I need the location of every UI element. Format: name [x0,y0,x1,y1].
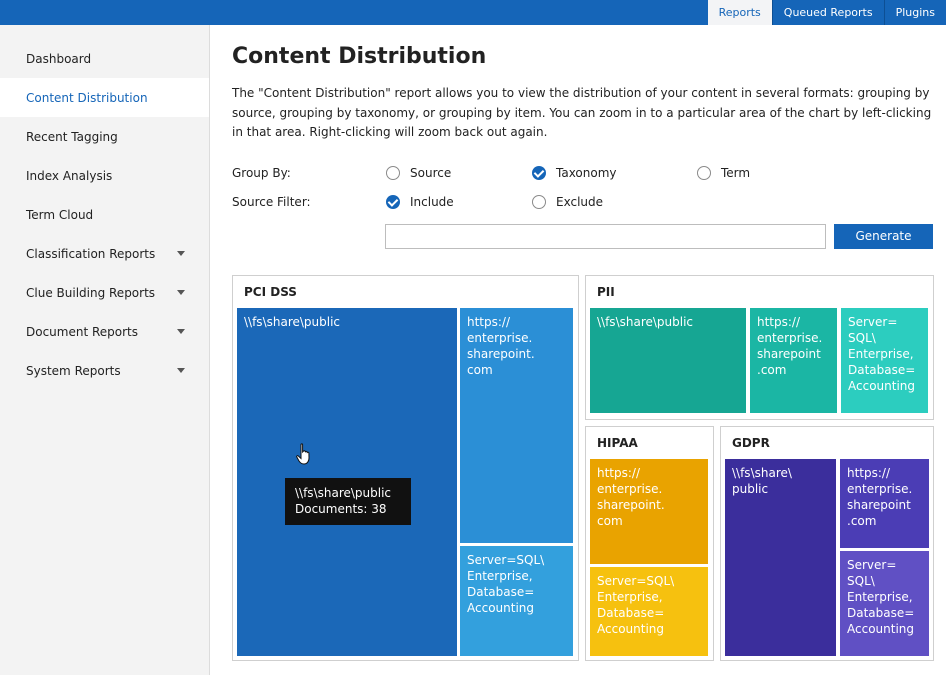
sidebar-item-content-distribution[interactable]: Content Distribution [0,78,209,117]
group-by-term-label: Term [721,166,751,180]
sidebar-item-label: System Reports [26,363,121,378]
treemap-cell-gdpr-fs-share[interactable]: \\fs\share\ public [725,459,836,656]
sidebar-item-label: Classification Reports [26,246,156,261]
top-tabs: Reports Queued Reports Plugins [707,0,946,25]
chevron-down-icon [177,251,185,256]
page-description: The "Content Distribution" report allows… [232,86,932,139]
treemap-cell-pii-sql[interactable]: Server= SQL\ Enterprise, Database= Accou… [841,308,928,413]
group-by-label: Group By: [232,166,291,180]
chevron-down-icon [177,368,185,373]
top-bar: Reports Queued Reports Plugins [0,0,946,25]
source-filter-input[interactable] [385,224,826,249]
treemap-cell-gdpr-sql[interactable]: Server= SQL\ Enterprise, Database= Accou… [840,551,929,656]
hand-pointer-icon [296,443,310,465]
group-by-source-label: Source [410,166,452,180]
group-by-term-radio[interactable]: Term [697,166,750,180]
sidebar-item-label: Content Distribution [26,90,148,105]
tooltip-source: \\fs\share\public [295,486,392,500]
tab-queued-reports[interactable]: Queued Reports [771,0,884,25]
treemap-cell-pii-sharepoint[interactable]: https:// enterprise. sharepoint .com [750,308,837,413]
chevron-down-icon [177,290,185,295]
source-filter-label: Source Filter: [232,195,311,209]
treemap-cell-pci-dss-sharepoint[interactable]: https:// enterprise. sharepoint. com [460,308,573,543]
group-by-taxonomy-label: Taxonomy [556,166,617,180]
sidebar-item-label: Index Analysis [26,168,113,183]
panel-title: GDPR [732,436,770,450]
treemap-cell-pci-dss-sql[interactable]: Server=SQL\ Enterprise, Database= Accoun… [460,546,573,656]
sidebar-item-label: Dashboard [26,51,92,66]
sidebar-item-label: Document Reports [26,324,139,339]
treemap-cell-hipaa-sql[interactable]: Server=SQL\ Enterprise, Database= Accoun… [590,567,708,656]
tooltip-documents: Documents: 38 [295,502,387,516]
radio-unchecked-icon [532,195,546,209]
page-title: Content Distribution [232,44,487,69]
group-by-taxonomy-radio[interactable]: Taxonomy [532,166,617,180]
generate-button[interactable]: Generate [834,224,933,249]
source-filter-include-label: Include [410,195,454,209]
sidebar-item-system-reports[interactable]: System Reports [0,351,209,390]
source-filter-exclude-label: Exclude [556,195,604,209]
sidebar-item-label: Clue Building Reports [26,285,156,300]
sidebar-item-classification-reports[interactable]: Classification Reports [0,234,209,273]
group-by-source-radio[interactable]: Source [386,166,451,180]
tab-plugins[interactable]: Plugins [883,0,946,25]
sidebar-item-term-cloud[interactable]: Term Cloud [0,195,209,234]
radio-checked-icon [532,166,546,180]
panel-title: PCI DSS [244,285,297,299]
radio-unchecked-icon [386,166,400,180]
sidebar-item-label: Term Cloud [26,207,94,222]
panel-title: HIPAA [597,436,638,450]
treemap-cell-hipaa-sharepoint[interactable]: https:// enterprise. sharepoint. com [590,459,708,564]
sidebar-item-dashboard[interactable]: Dashboard [0,39,209,78]
source-filter-exclude-radio[interactable]: Exclude [532,195,603,209]
treemap-cell-pii-fs-share[interactable]: \\fs\share\public [590,308,746,413]
sidebar-item-document-reports[interactable]: Document Reports [0,312,209,351]
chevron-down-icon [177,329,185,334]
tab-reports[interactable]: Reports [707,0,772,25]
radio-checked-icon [386,195,400,209]
sidebar: Dashboard Content Distribution Recent Ta… [0,25,210,675]
radio-unchecked-icon [697,166,711,180]
treemap-cell-gdpr-sharepoint[interactable]: https:// enterprise. sharepoint .com [840,459,929,548]
sidebar-item-recent-tagging[interactable]: Recent Tagging [0,117,209,156]
main-content: Content Distribution [232,40,942,74]
sidebar-item-clue-building-reports[interactable]: Clue Building Reports [0,273,209,312]
sidebar-item-label: Recent Tagging [26,129,118,144]
treemap-tooltip: \\fs\share\public Documents: 38 [285,478,411,525]
source-filter-include-radio[interactable]: Include [386,195,454,209]
sidebar-item-index-analysis[interactable]: Index Analysis [0,156,209,195]
panel-title: PII [597,285,615,299]
